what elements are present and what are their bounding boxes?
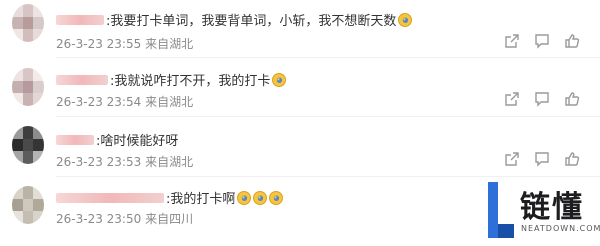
- crying-emoji-icon: ◕: [253, 190, 268, 205]
- comment-time: 26-3-23 23:55: [56, 37, 142, 51]
- avatar[interactable]: [12, 186, 44, 224]
- comment-text: :我就说咋打不开，我的打卡: [110, 74, 271, 89]
- comment-line: :啥时候能好呀: [56, 130, 178, 149]
- avatar[interactable]: [12, 126, 44, 164]
- username[interactable]: [56, 134, 94, 145]
- crying-emoji-icon: ◕: [269, 190, 284, 205]
- username[interactable]: [56, 14, 104, 25]
- comment-line: :我的打卡啊 ◕ ◕ ◕: [56, 188, 284, 207]
- comment-line: :我就说咋打不开，我的打卡 ◕: [56, 70, 287, 89]
- logo-english-text: NEATDOWN.COM: [521, 224, 600, 233]
- share-icon[interactable]: [504, 33, 520, 49]
- like-icon[interactable]: [564, 151, 580, 167]
- comment-meta: 26-3-23 23:55 来自湖北: [56, 35, 193, 52]
- comment-text: :我要打卡单词，我要背单词，小斩，我不想断天数: [106, 14, 397, 29]
- crying-emoji-icon: ◕: [272, 72, 287, 87]
- comment-meta: 26-3-23 23:50 来自四川: [56, 210, 193, 227]
- crying-emoji-icon: ◕: [237, 190, 252, 205]
- share-icon[interactable]: [504, 151, 520, 167]
- username[interactable]: [56, 192, 164, 203]
- comment-location: 来自湖北: [145, 95, 194, 109]
- logo-l-icon: [488, 182, 514, 238]
- watermark-logo: 链懂 NEATDOWN.COM: [484, 178, 600, 246]
- comment-meta: 26-3-23 23:53 来自湖北: [56, 153, 193, 170]
- comment-text: :我的打卡啊: [166, 192, 236, 207]
- comment-item: :我就说咋打不开，我的打卡 ◕ 26-3-23 23:54 来自湖北: [0, 60, 600, 120]
- share-icon[interactable]: [504, 91, 520, 107]
- username[interactable]: [56, 74, 108, 85]
- avatar[interactable]: [12, 68, 44, 106]
- comment-time: 26-3-23 23:53: [56, 155, 142, 169]
- like-icon[interactable]: [564, 33, 580, 49]
- comment-icon[interactable]: [534, 151, 550, 167]
- comment-icon[interactable]: [534, 33, 550, 49]
- comment-time: 26-3-23 23:54: [56, 95, 142, 109]
- logo-chinese-text: 链懂: [520, 190, 584, 225]
- comment-time: 26-3-23 23:50: [56, 212, 142, 226]
- comment-icon[interactable]: [534, 91, 550, 107]
- comment-meta: 26-3-23 23:54 来自湖北: [56, 93, 193, 110]
- crying-emoji-icon: ◕: [398, 12, 413, 27]
- comment-text: :啥时候能好呀: [96, 134, 179, 149]
- comment-line: :我要打卡单词，我要背单词，小斩，我不想断天数 ◕: [56, 10, 413, 29]
- comment-location: 来自湖北: [145, 37, 194, 51]
- comment-item: :啥时候能好呀 26-3-23 23:53 来自湖北: [0, 120, 600, 180]
- avatar[interactable]: [12, 4, 44, 42]
- comment-location: 来自湖北: [145, 155, 194, 169]
- comment-location: 来自四川: [145, 212, 194, 226]
- like-icon[interactable]: [564, 91, 580, 107]
- comment-item: :我要打卡单词，我要背单词，小斩，我不想断天数 ◕ 26-3-23 23:55 …: [0, 0, 600, 60]
